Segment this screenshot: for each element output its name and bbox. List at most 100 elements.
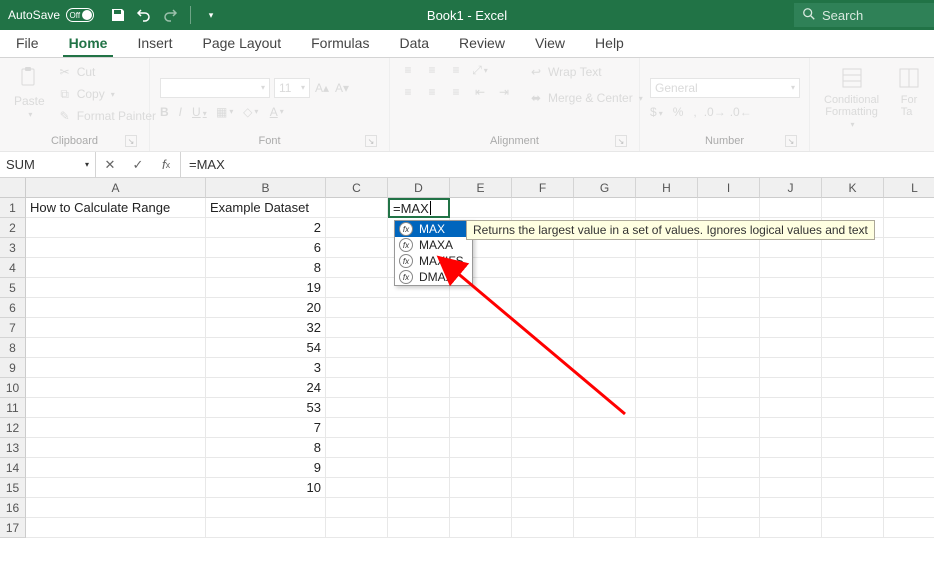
tab-help[interactable]: Help [589, 31, 630, 57]
cell-D12[interactable] [388, 418, 450, 438]
copy-button[interactable]: ⧉Copy▾ [57, 84, 156, 104]
cell-B4[interactable]: 8 [206, 258, 326, 278]
cell-K9[interactable] [822, 358, 884, 378]
format-painter-button[interactable]: ✎Format Painter [57, 106, 156, 126]
font-name-select[interactable]: ▾ [160, 78, 270, 98]
cell-H4[interactable] [636, 258, 698, 278]
cell-A6[interactable] [26, 298, 206, 318]
cancel-formula-button[interactable]: ✕ [96, 157, 124, 173]
cell-C3[interactable] [326, 238, 388, 258]
cell-L3[interactable] [884, 238, 934, 258]
cell-I8[interactable] [698, 338, 760, 358]
cell-I13[interactable] [698, 438, 760, 458]
column-header[interactable]: L [884, 178, 934, 198]
border-icon[interactable]: ▦▾ [217, 104, 233, 120]
align-right-icon[interactable]: ≡ [448, 84, 464, 100]
cell-G7[interactable] [574, 318, 636, 338]
autocomplete-item[interactable]: fxMAXIFS [395, 253, 472, 269]
qat-dropdown-icon[interactable]: ▾ [203, 7, 219, 23]
cell-A2[interactable] [26, 218, 206, 238]
align-bottom-icon[interactable]: ≡ [448, 62, 464, 78]
cell-I14[interactable] [698, 458, 760, 478]
increase-decimal-icon[interactable]: .0→ [707, 104, 723, 120]
cell-A8[interactable] [26, 338, 206, 358]
cell-J8[interactable] [760, 338, 822, 358]
cell-G13[interactable] [574, 438, 636, 458]
cell-K12[interactable] [822, 418, 884, 438]
cell-F13[interactable] [512, 438, 574, 458]
bold-button[interactable]: B [160, 105, 169, 119]
cell-L13[interactable] [884, 438, 934, 458]
cell-C15[interactable] [326, 478, 388, 498]
cell-C12[interactable] [326, 418, 388, 438]
cell-H15[interactable] [636, 478, 698, 498]
column-header[interactable]: J [760, 178, 822, 198]
align-middle-icon[interactable]: ≡ [424, 62, 440, 78]
cell-B7[interactable]: 32 [206, 318, 326, 338]
autocomplete-item[interactable]: fxDMAX [395, 269, 472, 285]
cell-I3[interactable] [698, 238, 760, 258]
cell-A15[interactable] [26, 478, 206, 498]
cell-L4[interactable] [884, 258, 934, 278]
underline-button[interactable]: U▾ [192, 105, 207, 119]
cell-D10[interactable] [388, 378, 450, 398]
cell-F3[interactable] [512, 238, 574, 258]
cell-I10[interactable] [698, 378, 760, 398]
column-header[interactable]: G [574, 178, 636, 198]
cell-J13[interactable] [760, 438, 822, 458]
cell-B12[interactable]: 7 [206, 418, 326, 438]
insert-function-button[interactable]: fx [152, 157, 180, 172]
tab-file[interactable]: File [10, 31, 45, 57]
cell-L9[interactable] [884, 358, 934, 378]
cell-A10[interactable] [26, 378, 206, 398]
cell-D7[interactable] [388, 318, 450, 338]
cell-E16[interactable] [450, 498, 512, 518]
select-all-corner[interactable] [0, 178, 26, 198]
cell-L2[interactable] [884, 218, 934, 238]
cell-E7[interactable] [450, 318, 512, 338]
align-left-icon[interactable]: ≡ [400, 84, 416, 100]
cell-B13[interactable]: 8 [206, 438, 326, 458]
cell-K14[interactable] [822, 458, 884, 478]
column-header[interactable]: C [326, 178, 388, 198]
cell-D9[interactable] [388, 358, 450, 378]
cell-D14[interactable] [388, 458, 450, 478]
row-header[interactable]: 4 [0, 258, 26, 278]
cell-C1[interactable] [326, 198, 388, 218]
cell-D16[interactable] [388, 498, 450, 518]
cell-B15[interactable]: 10 [206, 478, 326, 498]
cell-I12[interactable] [698, 418, 760, 438]
name-box[interactable]: SUM ▾ [0, 152, 96, 177]
column-header[interactable]: E [450, 178, 512, 198]
cell-F17[interactable] [512, 518, 574, 538]
cell-K10[interactable] [822, 378, 884, 398]
paste-button[interactable]: Paste ▾ [10, 62, 49, 121]
cell-J7[interactable] [760, 318, 822, 338]
cell-D1[interactable]: =MAX [388, 198, 450, 218]
cell-D8[interactable] [388, 338, 450, 358]
cell-G14[interactable] [574, 458, 636, 478]
row-header[interactable]: 16 [0, 498, 26, 518]
cell-H9[interactable] [636, 358, 698, 378]
font-size-select[interactable]: 11▾ [274, 78, 310, 98]
cell-J4[interactable] [760, 258, 822, 278]
row-header[interactable]: 15 [0, 478, 26, 498]
tab-review[interactable]: Review [453, 31, 511, 57]
tab-home[interactable]: Home [63, 31, 114, 57]
cut-button[interactable]: ✂Cut [57, 62, 156, 82]
cell-G3[interactable] [574, 238, 636, 258]
row-header[interactable]: 3 [0, 238, 26, 258]
cell-A5[interactable] [26, 278, 206, 298]
cell-C8[interactable] [326, 338, 388, 358]
tab-page-layout[interactable]: Page Layout [196, 31, 287, 57]
fill-color-icon[interactable]: ◇▾ [243, 104, 259, 120]
cell-B8[interactable]: 54 [206, 338, 326, 358]
cell-J9[interactable] [760, 358, 822, 378]
cell-I9[interactable] [698, 358, 760, 378]
cell-F10[interactable] [512, 378, 574, 398]
cell-B11[interactable]: 53 [206, 398, 326, 418]
cell-J5[interactable] [760, 278, 822, 298]
cell-I4[interactable] [698, 258, 760, 278]
cell-L5[interactable] [884, 278, 934, 298]
cell-F14[interactable] [512, 458, 574, 478]
